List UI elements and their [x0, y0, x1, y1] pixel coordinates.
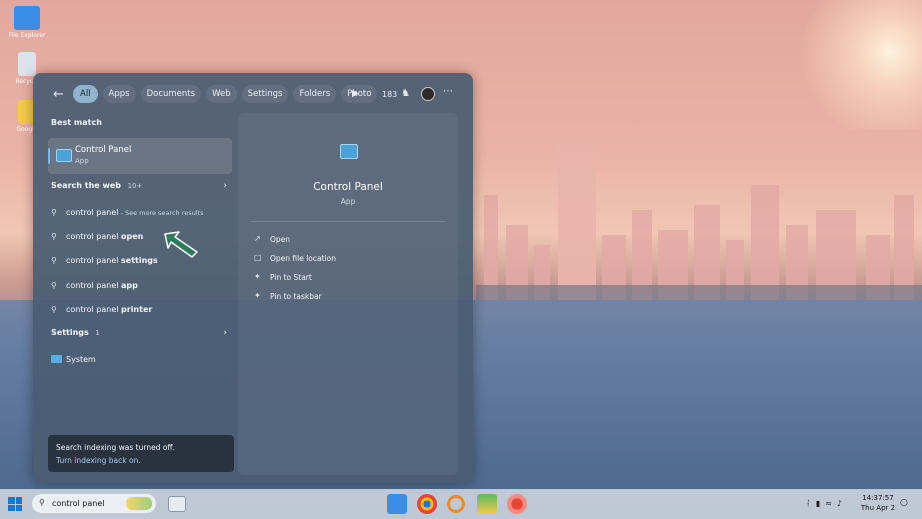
- pointer-arrow-icon: [164, 231, 198, 258]
- web-result-3[interactable]: ⚲ control panel app: [51, 278, 231, 296]
- divider: [250, 221, 446, 222]
- system-tray: ᛛ ▮ ≈ ♪: [806, 499, 842, 508]
- desktop-icon-file-explorer[interactable]: File Explorer: [8, 6, 46, 39]
- tab-all[interactable]: All: [73, 85, 98, 103]
- search-app-taskbar-icon[interactable]: [447, 495, 465, 513]
- settings-result-system[interactable]: System: [51, 352, 231, 370]
- search-icon: ⚲: [51, 305, 57, 314]
- sun-glow: [762, 0, 922, 130]
- search-icon: ⚲: [51, 281, 57, 290]
- trophy-icon[interactable]: ♞: [401, 88, 410, 99]
- search-web-heading[interactable]: Search the web 10+ ›: [51, 181, 231, 199]
- clock-time: 14:37:57: [862, 494, 894, 502]
- selection-accent: [48, 148, 50, 164]
- taskbar: ⚲ control panel ᛛ ▮ ≈ ♪ 14:37:57 Thu Apr…: [0, 489, 922, 519]
- best-match-heading: Best match: [51, 118, 102, 127]
- tab-folders[interactable]: Folders: [293, 85, 337, 103]
- file-explorer-taskbar-icon[interactable]: [387, 494, 407, 514]
- web-result-2[interactable]: ⚲ control panel settings: [51, 253, 231, 271]
- battery-icon[interactable]: ▮: [816, 499, 820, 508]
- web-result-4[interactable]: ⚲ control panel printer: [51, 302, 231, 320]
- chevron-right-icon: ›: [223, 181, 227, 191]
- settings-heading[interactable]: Settings 1 ›: [51, 328, 231, 346]
- task-view-icon[interactable]: [168, 496, 186, 512]
- bluetooth-icon[interactable]: ᛛ: [806, 499, 811, 508]
- clock-date: Thu Apr 2: [860, 504, 896, 512]
- best-match-subtitle: App: [75, 157, 89, 165]
- turn-indexing-on-link[interactable]: Turn indexing back on.: [56, 456, 141, 465]
- avatar[interactable]: [421, 87, 435, 101]
- search-icon: ⚲: [51, 208, 57, 217]
- search-icon: ⚲: [51, 256, 57, 265]
- tab-photos[interactable]: Photo: [341, 85, 378, 103]
- windows-start-icon[interactable]: [8, 497, 22, 511]
- volume-icon[interactable]: ♪: [837, 499, 842, 508]
- search-icon: ⚲: [39, 498, 45, 507]
- control-panel-icon: [56, 149, 72, 162]
- folder-icon: [14, 6, 40, 30]
- chrome-taskbar-icon[interactable]: [417, 494, 437, 514]
- city-skyline: [476, 130, 922, 305]
- tab-documents[interactable]: Documents: [140, 85, 202, 103]
- pin-icon: ✦: [254, 291, 261, 300]
- search-icon: ⚲: [51, 232, 57, 241]
- search-highlight-icon: [126, 497, 152, 510]
- tab-apps[interactable]: Apps: [102, 85, 136, 103]
- indexing-notice-text: Search indexing was turned off.: [56, 443, 175, 452]
- taskbar-search-value: control panel: [52, 499, 105, 508]
- open-external-icon: ↗: [254, 234, 261, 243]
- control-panel-icon: [340, 144, 358, 159]
- web-result-0[interactable]: ⚲ control panel - See more search result…: [51, 205, 231, 223]
- start-search-panel: ← All Apps Documents Web Settings Folder…: [33, 73, 473, 483]
- back-arrow-icon[interactable]: ←: [53, 87, 64, 102]
- search-filter-bar: ← All Apps Documents Web Settings Folder…: [33, 83, 473, 109]
- chevron-right-icon: ›: [223, 328, 227, 338]
- pin-icon: ✦: [254, 272, 261, 281]
- filter-tabs: All Apps Documents Web Settings Folders …: [73, 85, 378, 103]
- taskbar-search-input[interactable]: ⚲ control panel: [32, 494, 156, 513]
- settings-count: 1: [95, 329, 100, 337]
- app-taskbar-icon[interactable]: [477, 494, 497, 514]
- more-tabs-arrow-icon[interactable]: ▶: [352, 89, 359, 99]
- system-settings-icon: [51, 355, 62, 363]
- best-match-title: Control Panel: [75, 145, 132, 155]
- notification-bell-icon[interactable]: ○: [900, 498, 908, 508]
- indexing-notice: Search indexing was turned off. Turn ind…: [48, 435, 234, 472]
- best-match-control-panel[interactable]: Control Panel App: [48, 138, 232, 174]
- tab-settings[interactable]: Settings: [241, 85, 289, 103]
- taskbar-clock[interactable]: 14:37:57 Thu Apr 2: [858, 493, 898, 513]
- more-options-icon[interactable]: ⋯: [443, 86, 453, 97]
- results-list: Best match Control Panel App Search the …: [45, 118, 235, 364]
- chrome-profile-taskbar-icon[interactable]: [507, 494, 527, 514]
- detail-title: Control Panel: [313, 181, 383, 193]
- folder-icon: □: [254, 253, 262, 262]
- search-web-count: 10+: [127, 182, 143, 190]
- tab-web[interactable]: Web: [206, 85, 237, 103]
- recycle-bin-icon: [18, 52, 36, 76]
- detail-subtitle: App: [340, 197, 356, 206]
- detail-pane: Control Panel App ↗ Open □ Open file loc…: [238, 113, 458, 475]
- wifi-icon[interactable]: ≈: [825, 499, 832, 508]
- rewards-count: 183: [382, 90, 398, 99]
- web-result-1[interactable]: ⚲ control panel open: [51, 229, 231, 247]
